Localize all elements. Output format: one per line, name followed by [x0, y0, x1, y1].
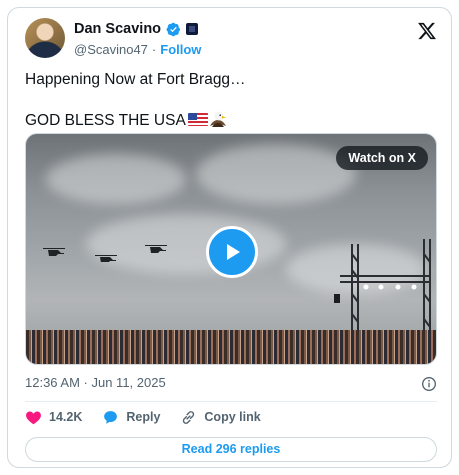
author-handle[interactable]: @Scavino47	[74, 42, 148, 57]
reply-bubble-icon	[104, 410, 118, 424]
author-handle-row: @Scavino47 · Follow	[74, 42, 201, 57]
heart-icon	[26, 411, 41, 424]
post-text-line-1: Happening Now at Fort Bragg…	[25, 71, 246, 88]
post-text-line-2-text: GOD BLESS THE USA	[25, 112, 186, 129]
action-bar: 14.2K Reply Copy link	[25, 405, 281, 429]
post-text-line-2: GOD BLESS THE USA	[25, 110, 435, 131]
helicopters-graphic	[43, 245, 167, 262]
separator: ·	[151, 42, 157, 57]
avatar[interactable]	[25, 18, 65, 58]
post-timestamp[interactable]: 12:36 AM · Jun 11, 2025	[25, 375, 166, 390]
cloud	[196, 144, 356, 204]
read-replies-button[interactable]: Read 296 replies	[25, 437, 437, 462]
eagle-emoji-icon	[209, 111, 226, 127]
play-icon	[227, 244, 240, 260]
x-logo-icon[interactable]	[417, 21, 437, 41]
play-button[interactable]	[206, 226, 258, 278]
reply-label: Reply	[126, 410, 161, 424]
author-name[interactable]: Dan Scavino	[74, 21, 161, 37]
link-icon	[183, 410, 195, 424]
follow-button[interactable]: Follow	[160, 42, 201, 57]
cloud	[46, 154, 186, 204]
copy-link-button[interactable]: Copy link	[180, 409, 261, 426]
us-flag-emoji-icon	[187, 113, 208, 126]
copy-link-label: Copy link	[204, 410, 261, 424]
divider	[25, 401, 437, 402]
affiliation-badge-icon	[186, 23, 199, 35]
watch-on-x-button[interactable]: Watch on X	[336, 146, 428, 170]
like-count: 14.2K	[49, 410, 83, 424]
verified-badge-icon	[166, 22, 181, 36]
like-button[interactable]: 14.2K	[25, 409, 82, 426]
post-header: Dan Scavino @Scavino47 · Follow	[25, 18, 437, 60]
post-meta: 12:36 AM · Jun 11, 2025	[25, 375, 437, 395]
info-icon[interactable]	[421, 376, 437, 392]
video-player[interactable]: Watch on X	[25, 133, 437, 365]
author-name-row: Dan Scavino	[74, 21, 199, 37]
reply-button[interactable]: Reply	[102, 409, 160, 426]
post-card[interactable]: Dan Scavino @Scavino47 · Follow Happenin…	[7, 7, 452, 468]
crowd	[26, 330, 436, 364]
